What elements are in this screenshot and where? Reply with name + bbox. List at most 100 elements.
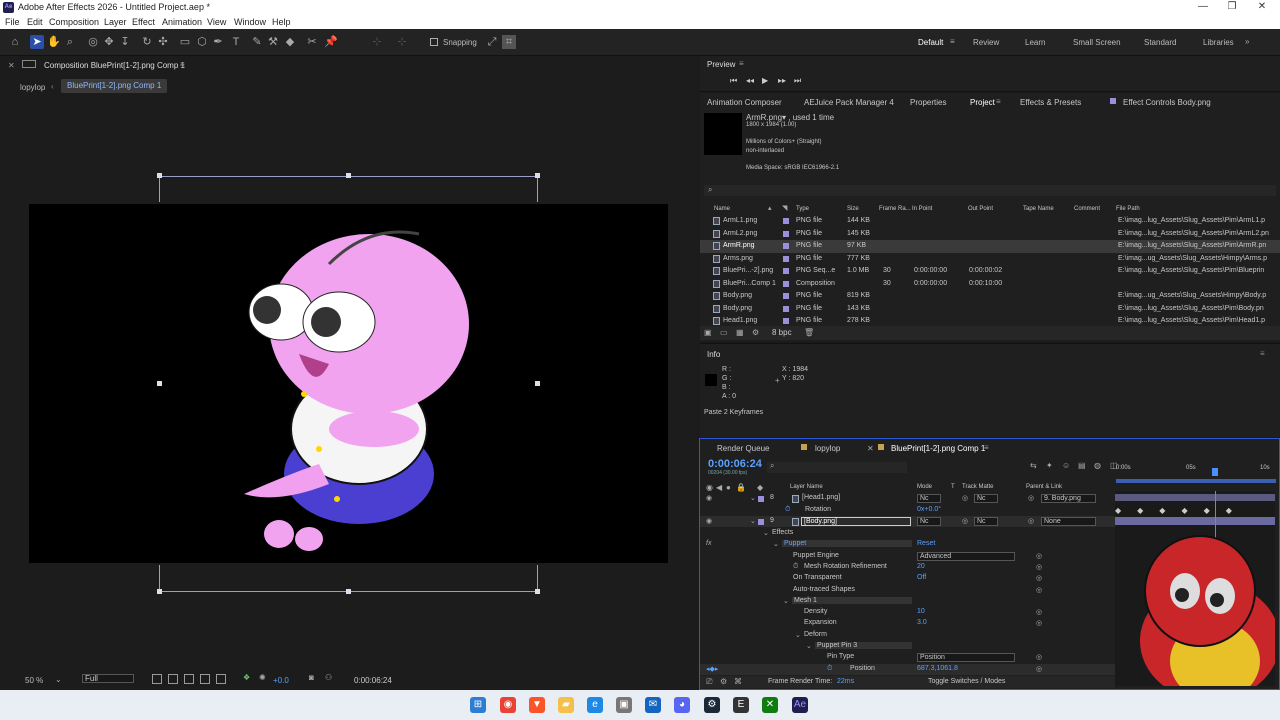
play-icon[interactable]: ▶: [762, 76, 768, 85]
minimize-button[interactable]: —: [1193, 1, 1213, 12]
col-frame-rate[interactable]: Frame Ra...: [879, 206, 911, 212]
menu-edit[interactable]: Edit: [27, 17, 43, 27]
keyframe-nav-icon[interactable]: ◂◆▸: [706, 665, 718, 673]
shy-icon[interactable]: ☺: [1062, 461, 1070, 470]
maximize-button[interactable]: ❐: [1222, 1, 1242, 12]
resolution-dropdown[interactable]: Full: [82, 674, 134, 683]
color-management-icon[interactable]: ❖: [243, 673, 250, 682]
panel-menu-icon[interactable]: ≡: [739, 59, 744, 68]
menu-composition[interactable]: Composition: [49, 17, 99, 27]
table-row[interactable]: Body.png PNG file 143 KB E:\imag...lug_A…: [700, 303, 1280, 316]
menu-view[interactable]: View: [207, 17, 226, 27]
puppet-pin-icon[interactable]: 📌: [324, 35, 338, 49]
visibility-icon[interactable]: ◉: [706, 517, 712, 525]
adjust-project-icon[interactable]: ⚙: [752, 328, 759, 337]
table-row[interactable]: ArmR.png PNG file 97 KB E:\imag...lug_As…: [700, 240, 1280, 253]
clone-stamp-icon[interactable]: ⚒: [266, 35, 280, 49]
menu-icon[interactable]: ≡: [950, 37, 955, 46]
track-matte-dropdown[interactable]: Nc: [974, 494, 998, 503]
first-frame-icon[interactable]: ⏮: [730, 76, 737, 86]
audio-icon[interactable]: ◀: [716, 483, 722, 492]
prop-row[interactable]: ⌄ Puppet Pin 3: [700, 641, 1115, 652]
breadcrumb-comp[interactable]: BluePrint[1-2].png Comp 1: [61, 79, 168, 93]
handle-top-left[interactable]: [157, 173, 162, 178]
render-icon[interactable]: ⎚: [706, 677, 712, 687]
chrome-icon[interactable]: ◉: [500, 697, 516, 713]
brave-icon[interactable]: ▼: [529, 697, 545, 713]
prop-row[interactable]: Density 10 ◎: [700, 607, 1115, 618]
project-search-input[interactable]: [704, 185, 1276, 196]
tab-effect-controls[interactable]: Effect Controls Body.png: [1123, 98, 1211, 107]
prop-value[interactable]: 3.0: [917, 619, 927, 626]
menu-help[interactable]: Help: [272, 17, 291, 27]
transparency-grid-icon[interactable]: [168, 674, 178, 684]
pickwhip-icon[interactable]: ◎: [1036, 653, 1042, 661]
close-icon[interactable]: ✕: [867, 444, 874, 453]
comp-flowchart-icon[interactable]: ⇆: [1030, 461, 1037, 470]
new-comp-icon[interactable]: ▦: [736, 328, 744, 337]
layer-switches-icon[interactable]: ⚙: [720, 677, 727, 686]
tab-properties[interactable]: Properties: [910, 98, 946, 107]
pickwhip-icon[interactable]: ◎: [1036, 619, 1042, 627]
snap-features-icon[interactable]: ⌗: [502, 35, 516, 49]
snap-edges-icon[interactable]: ⤢: [485, 35, 499, 49]
effect-name[interactable]: Puppet: [782, 540, 912, 548]
prop-row[interactable]: fx ⌄ Puppet Reset: [700, 539, 1115, 550]
close-icon[interactable]: ✕: [8, 61, 15, 70]
shape-3d-icon[interactable]: ⬡: [195, 35, 209, 49]
chevron-down-icon[interactable]: ⌄: [55, 675, 62, 684]
pickwhip-icon[interactable]: ◎: [1036, 586, 1042, 594]
prop-row[interactable]: ⏱ Mesh Rotation Refinement 20 ◎: [700, 562, 1115, 573]
rotate-tool-icon[interactable]: ↻: [140, 35, 154, 49]
tab-active-comp[interactable]: BluePrint[1-2].png Comp 1: [891, 444, 985, 453]
twirl-down-icon[interactable]: ⌄: [750, 517, 756, 525]
col-size[interactable]: Size: [847, 206, 859, 212]
panel-menu-icon[interactable]: ≡: [1260, 349, 1265, 358]
distribute-icon[interactable]: ⊹: [395, 35, 409, 49]
epic-games-icon[interactable]: E: [733, 697, 749, 713]
twirl-down-icon[interactable]: ⌄: [795, 631, 801, 639]
brush-tool-icon[interactable]: ✎: [250, 35, 264, 49]
tab-effects-presets[interactable]: Effects & Presets: [1020, 98, 1081, 107]
comp-timecode[interactable]: 0:00:06:24: [354, 676, 392, 685]
layer-name-editing[interactable]: [Body.png]: [801, 517, 911, 526]
twirl-down-icon[interactable]: ⌄: [783, 597, 789, 605]
menu-file[interactable]: File: [5, 17, 20, 27]
col-type[interactable]: Type: [796, 206, 809, 212]
eraser-tool-icon[interactable]: ◆: [283, 35, 297, 49]
workspace-standard[interactable]: Standard: [1144, 38, 1176, 47]
tab-aejuice[interactable]: AEJuice Pack Manager 4: [804, 98, 894, 107]
playhead[interactable]: [1212, 468, 1218, 476]
col-name[interactable]: Name: [714, 206, 730, 212]
position-value[interactable]: 687.3,1061.8: [917, 665, 958, 672]
stopwatch-icon[interactable]: ⏱: [793, 563, 798, 571]
zoom-level[interactable]: 50 %: [25, 676, 43, 685]
table-row[interactable]: ArmL2.png PNG file 145 KB E:\imag...lug_…: [700, 228, 1280, 241]
menu-effect[interactable]: Effect: [132, 17, 155, 27]
snapping-checkbox[interactable]: [430, 38, 438, 46]
handle-right[interactable]: [535, 381, 540, 386]
roto-brush-icon[interactable]: ✂: [305, 35, 319, 49]
table-row[interactable]: Arms.png PNG file 777 KB E:\imag...ug_As…: [700, 253, 1280, 266]
layer-row-8[interactable]: ◉ ⌄ 8 [Head1.png] Nc ◎ Nc ◎ 9. Body.png: [700, 493, 1115, 504]
type-tool-icon[interactable]: T: [229, 35, 243, 49]
workspace-review[interactable]: Review: [973, 38, 999, 47]
solo-icon[interactable]: ●: [726, 483, 731, 492]
fit-icon[interactable]: [152, 674, 162, 684]
handle-left[interactable]: [157, 381, 162, 386]
rotation-value[interactable]: 0x+0.0°: [917, 506, 941, 513]
mask-visibility-icon[interactable]: [184, 674, 194, 684]
stopwatch-icon[interactable]: ⏱: [827, 665, 832, 673]
pickwhip-icon[interactable]: ◎: [1036, 574, 1042, 582]
pan-tool-icon[interactable]: ✥: [102, 35, 116, 49]
xbox-icon[interactable]: ✕: [762, 697, 778, 713]
table-row[interactable]: Head1.png PNG file 278 KB E:\imag...lug_…: [700, 315, 1280, 325]
draft-3d-icon[interactable]: ✦: [1046, 461, 1053, 470]
file-explorer-icon[interactable]: ▰: [558, 697, 574, 713]
pickwhip-icon[interactable]: ◎: [1036, 665, 1042, 673]
exposure-icon[interactable]: ✺: [259, 673, 266, 682]
after-effects-icon[interactable]: Ae: [792, 697, 808, 713]
more-workspaces-icon[interactable]: »: [1245, 37, 1249, 46]
col-in-point[interactable]: In Point: [912, 206, 932, 212]
parent-dropdown[interactable]: 9. Body.png: [1041, 494, 1096, 503]
